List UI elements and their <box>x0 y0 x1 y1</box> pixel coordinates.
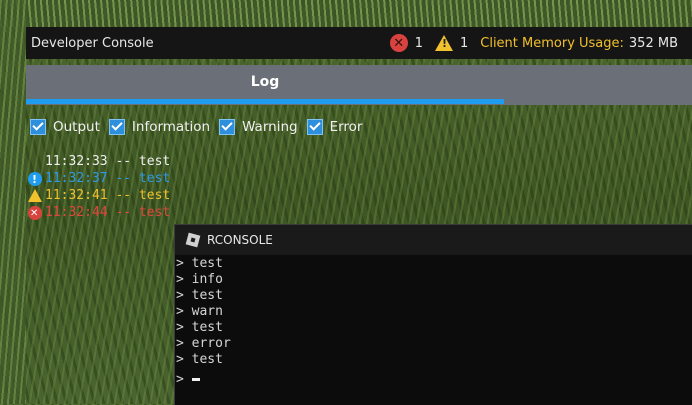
rconsole-line: > warn <box>176 304 223 319</box>
tab-active-indicator <box>26 99 504 104</box>
info-icon <box>28 171 42 188</box>
rconsole-window: RCONSOLE > test > info > test > warn > t… <box>174 224 692 405</box>
memory-usage[interactable]: Client Memory Usage: 352 MB <box>480 36 678 51</box>
filter-warning-label: Warning <box>242 119 298 135</box>
error-icon <box>28 205 42 222</box>
tab-log-label: Log <box>250 74 280 90</box>
rconsole-prompt: > <box>176 372 192 387</box>
rconsole-line: > test <box>176 352 223 367</box>
filter-information[interactable]: Information <box>108 119 211 135</box>
rconsole-input-line[interactable]: > <box>176 372 692 388</box>
filter-error-label: Error <box>329 119 363 135</box>
filter-output-label: Output <box>53 119 100 135</box>
log-filters: Output Information Warning Error <box>30 119 371 135</box>
background-grass-left <box>0 0 26 404</box>
warning-count-indicator[interactable]: ! 1 <box>434 35 469 51</box>
log-line-output: 11:32:33 -- test <box>28 153 170 170</box>
log-text: 11:32:37 -- test <box>45 171 171 186</box>
error-count: 1 <box>414 35 423 51</box>
log-line-error: 11:32:44 -- test <box>28 204 171 222</box>
rconsole-line: > error <box>176 336 231 351</box>
tab-bar: Log <box>26 65 692 105</box>
log-line-warning: 11:32:41 -- test <box>28 187 170 204</box>
filter-warning-checkbox[interactable] <box>219 119 236 135</box>
log-output[interactable]: 11:32:33 -- test 11:32:37 -- test 11:32:… <box>28 153 171 222</box>
memory-label: Client Memory Usage: <box>480 35 624 51</box>
blank-icon <box>28 155 42 169</box>
rconsole-line: > test <box>176 288 223 303</box>
roblox-logo-icon <box>185 232 201 248</box>
log-text: 11:32:41 -- test <box>45 188 171 203</box>
rconsole-output[interactable]: > test > info > test > warn > test > err… <box>175 255 692 388</box>
tab-log[interactable]: Log <box>26 65 504 99</box>
memory-value: 352 MB <box>628 35 678 51</box>
warning-count: 1 <box>459 35 469 51</box>
filter-warning[interactable]: Warning <box>219 119 298 135</box>
rconsole-line: > test <box>176 320 223 335</box>
warning-icon: ! <box>434 35 453 51</box>
log-text: 11:32:44 -- test <box>45 205 171 220</box>
rconsole-line: > info <box>176 272 223 287</box>
console-titlebar: Developer Console ✕ 1 ! 1 Client Memory … <box>26 27 692 59</box>
text-cursor <box>191 378 200 381</box>
rconsole-title: RCONSOLE <box>207 233 273 247</box>
console-title: Developer Console <box>31 35 154 51</box>
background-grass-top <box>0 0 692 27</box>
filter-information-checkbox[interactable] <box>108 119 125 135</box>
filter-error[interactable]: Error <box>306 119 363 135</box>
log-line-info: 11:32:37 -- test <box>28 170 171 188</box>
filter-error-checkbox[interactable] <box>306 119 323 135</box>
filter-output[interactable]: Output <box>30 119 100 135</box>
filter-information-label: Information <box>131 119 211 135</box>
rconsole-titlebar[interactable]: RCONSOLE <box>175 225 692 255</box>
filter-output-checkbox[interactable] <box>30 119 46 135</box>
warning-icon <box>28 189 42 202</box>
log-text: 11:32:33 -- test <box>45 154 171 169</box>
error-icon: ✕ <box>389 34 408 52</box>
error-count-indicator[interactable]: ✕ 1 <box>389 34 423 52</box>
rconsole-line: > test <box>176 256 223 271</box>
